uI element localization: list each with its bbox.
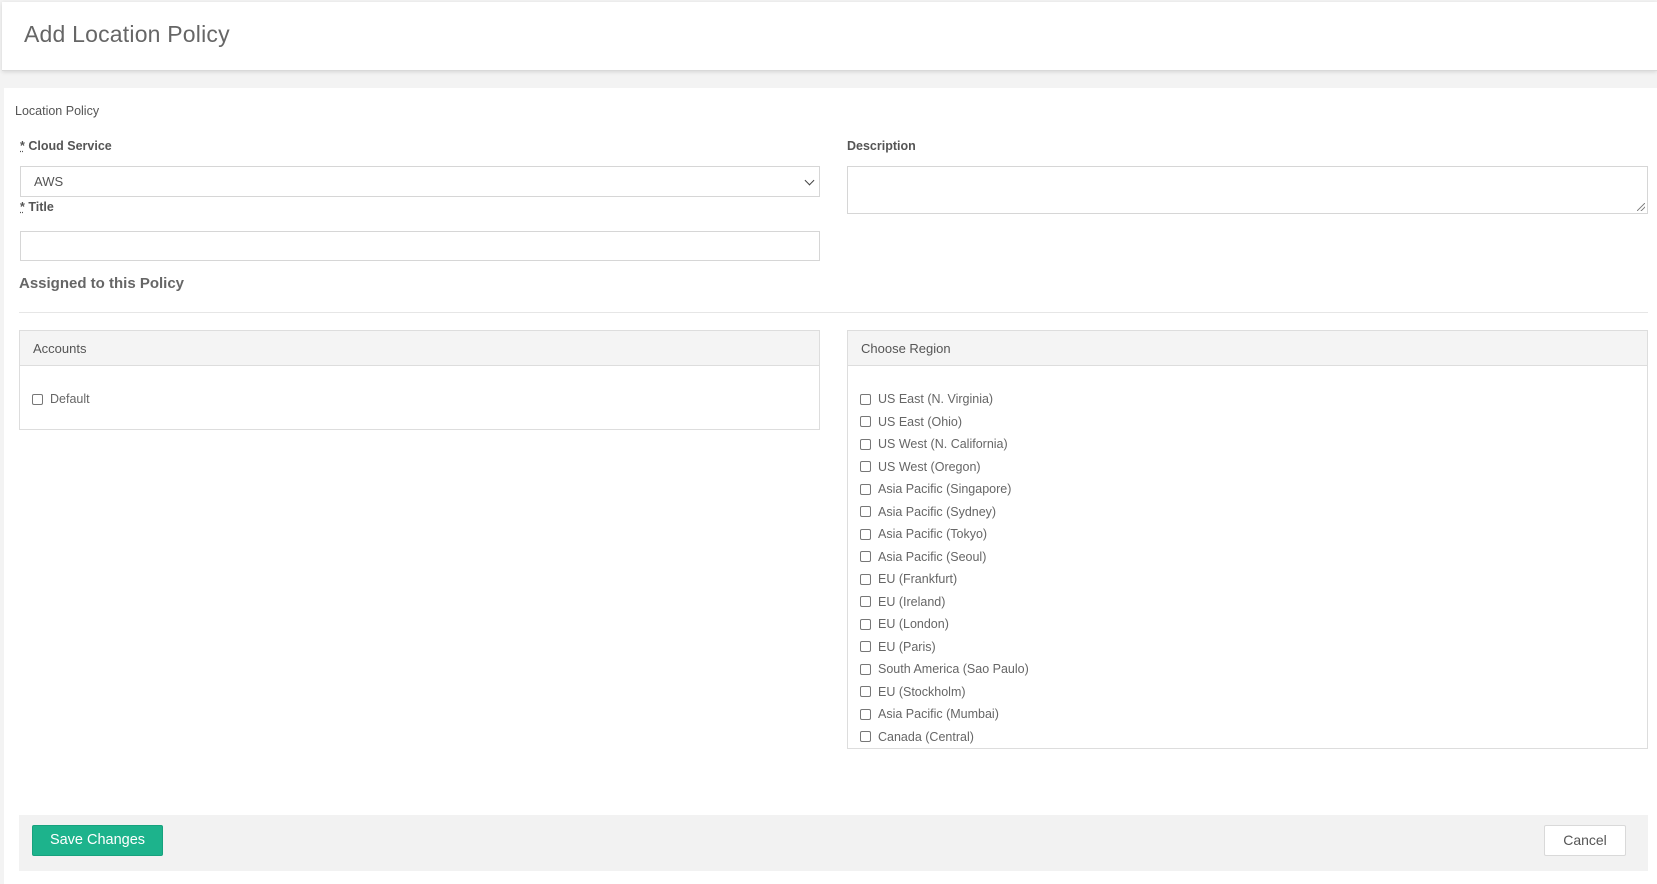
region-checkbox[interactable]: EU (London) xyxy=(860,613,1635,636)
cloud-service-label: * Cloud Service xyxy=(20,139,112,153)
region-checkbox[interactable]: South America (Sao Paulo) xyxy=(860,658,1635,681)
region-checkbox[interactable]: US West (Oregon) xyxy=(860,456,1635,479)
region-label: Asia Pacific (Singapore) xyxy=(878,482,1012,497)
policy-form: Location Policy * Cloud Service AWS * Ti… xyxy=(4,88,1657,884)
page-header: Add Location Policy xyxy=(2,2,1657,71)
region-label: Asia Pacific (Sydney) xyxy=(878,504,997,519)
checkbox-icon[interactable] xyxy=(860,438,871,450)
section-label: Location Policy xyxy=(15,104,100,118)
cloud-service-label-text: Cloud Service xyxy=(28,139,112,153)
region-checkbox[interactable]: EU (Stockholm) xyxy=(860,681,1635,704)
region-checkbox[interactable]: Asia Pacific (Singapore) xyxy=(860,478,1635,501)
resize-handle-icon[interactable] xyxy=(1637,203,1645,211)
required-marker: * xyxy=(20,139,25,153)
region-checkbox[interactable]: Canada (Central) xyxy=(860,726,1635,749)
cancel-button[interactable]: Cancel xyxy=(1544,825,1626,856)
checkbox-icon[interactable] xyxy=(860,528,871,540)
regions-list: US East (N. Virginia) US East (Ohio) US … xyxy=(848,366,1647,748)
checkbox-icon[interactable] xyxy=(860,618,871,630)
region-label: EU (Stockholm) xyxy=(878,684,966,699)
region-checkbox[interactable]: Asia Pacific (Tokyo) xyxy=(860,523,1635,546)
accounts-list: Default xyxy=(20,366,819,411)
checkbox-icon[interactable] xyxy=(860,506,871,518)
region-checkbox[interactable]: Asia Pacific (Mumbai) xyxy=(860,703,1635,726)
checkbox-icon[interactable] xyxy=(860,573,871,585)
region-checkbox[interactable]: EU (Frankfurt) xyxy=(860,568,1635,591)
region-label: EU (Ireland) xyxy=(878,594,946,609)
region-label: EU (Frankfurt) xyxy=(878,572,958,587)
region-checkbox[interactable]: US West (N. California) xyxy=(860,433,1635,456)
region-label: Canada (Central) xyxy=(878,729,974,744)
divider xyxy=(19,312,1648,313)
checkbox-icon[interactable] xyxy=(860,686,871,698)
checkbox-icon[interactable] xyxy=(860,416,871,428)
description-textarea[interactable] xyxy=(847,166,1648,214)
cloud-service-select[interactable]: AWS xyxy=(20,166,820,197)
title-input[interactable] xyxy=(20,231,820,261)
region-label: US East (N. Virginia) xyxy=(878,392,994,407)
required-marker: * xyxy=(20,200,25,214)
region-label: US East (Ohio) xyxy=(878,414,963,429)
checkbox-icon[interactable] xyxy=(860,596,871,608)
region-label: Asia Pacific (Tokyo) xyxy=(878,527,988,542)
account-checkbox-default[interactable]: Default xyxy=(32,388,807,411)
checkbox-icon[interactable] xyxy=(860,663,871,675)
region-label: EU (Paris) xyxy=(878,639,936,654)
region-label: South America (Sao Paulo) xyxy=(878,662,1029,677)
accounts-panel: Accounts Default xyxy=(19,330,820,430)
regions-panel: Choose Region US East (N. Virginia) US E… xyxy=(847,330,1648,749)
assigned-heading: Assigned to this Policy xyxy=(19,275,185,292)
region-label: Asia Pacific (Mumbai) xyxy=(878,707,999,722)
region-checkbox[interactable]: EU (Paris) xyxy=(860,636,1635,659)
accounts-panel-title: Accounts xyxy=(20,331,819,366)
checkbox-icon[interactable] xyxy=(860,461,871,473)
regions-panel-title: Choose Region xyxy=(848,331,1647,366)
region-checkbox[interactable]: EU (Ireland) xyxy=(860,591,1635,614)
checkbox-icon[interactable] xyxy=(860,483,871,495)
account-label: Default xyxy=(50,392,90,407)
title-label-text: Title xyxy=(28,200,54,214)
checkbox-icon[interactable] xyxy=(860,393,871,405)
title-label: * Title xyxy=(20,200,54,214)
chevron-down-icon xyxy=(804,175,815,186)
page-title: Add Location Policy xyxy=(24,21,230,47)
region-checkbox[interactable]: Asia Pacific (Sydney) xyxy=(860,501,1635,524)
region-checkbox[interactable]: US East (N. Virginia) xyxy=(860,388,1635,411)
region-label: EU (London) xyxy=(878,617,949,632)
region-label: US West (Oregon) xyxy=(878,459,981,474)
checkbox-icon[interactable] xyxy=(860,708,871,720)
region-label: US West (N. California) xyxy=(878,437,1008,452)
region-checkbox[interactable]: Asia Pacific (Seoul) xyxy=(860,546,1635,569)
checkbox-icon[interactable] xyxy=(860,731,871,743)
region-label: Asia Pacific (Seoul) xyxy=(878,549,987,564)
save-changes-button[interactable]: Save Changes xyxy=(32,825,163,856)
checkbox-icon[interactable] xyxy=(32,393,43,405)
checkbox-icon[interactable] xyxy=(860,551,871,563)
cloud-service-value: AWS xyxy=(34,174,64,189)
form-actions: Save Changes Cancel xyxy=(19,815,1648,871)
description-label: Description xyxy=(847,139,916,153)
checkbox-icon[interactable] xyxy=(860,641,871,653)
region-checkbox[interactable]: US East (Ohio) xyxy=(860,411,1635,434)
